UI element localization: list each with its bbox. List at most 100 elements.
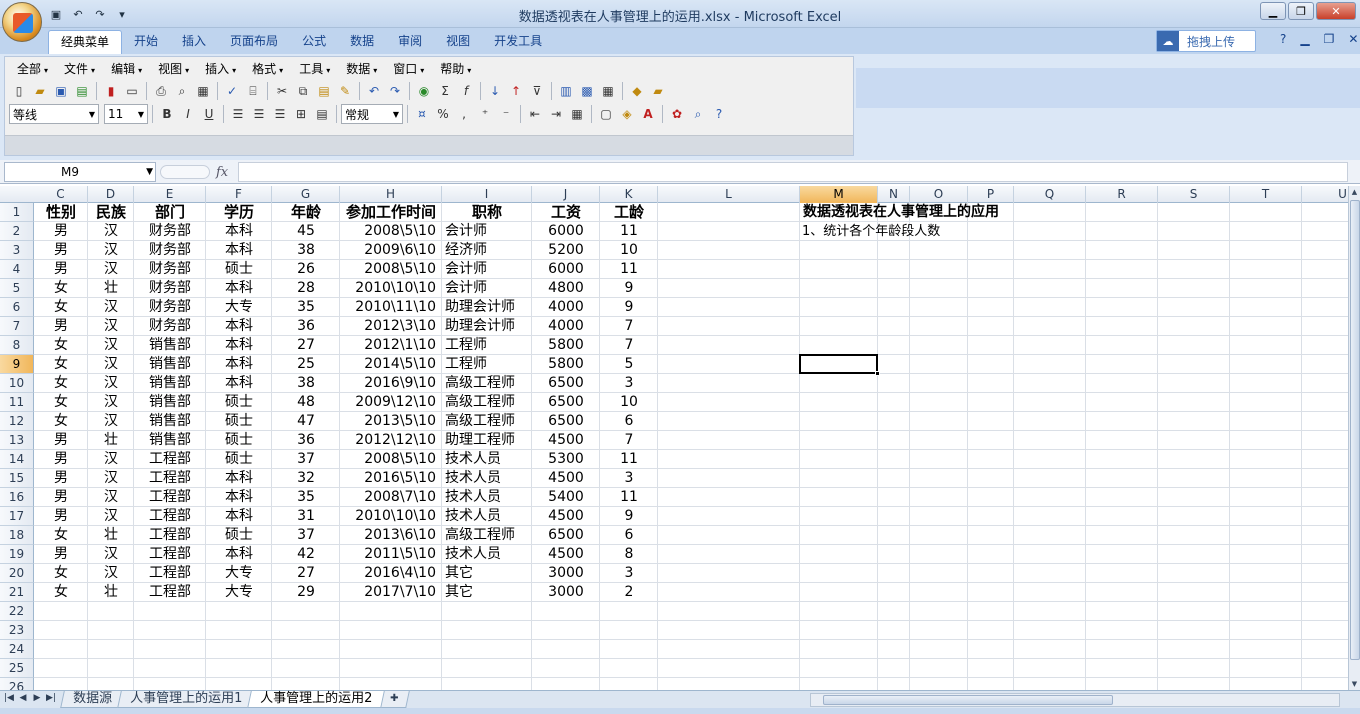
scroll-down-icon[interactable]: ▼ (1349, 678, 1360, 690)
spelling-icon[interactable]: ✓ (222, 81, 242, 101)
table-cell[interactable]: 2011\5\10 (340, 545, 442, 564)
research-icon[interactable]: ⌸ (243, 81, 263, 101)
column-header[interactable]: C (34, 186, 88, 203)
table-cell[interactable]: 汉 (88, 564, 134, 583)
sheet-tab[interactable]: 人事管理上的运用1 (117, 691, 256, 708)
hscroll-thumb[interactable] (823, 695, 1113, 705)
table-cell[interactable]: 工程部 (134, 545, 206, 564)
table-cell[interactable]: 男 (34, 450, 88, 469)
menu-item[interactable]: 编辑 ▾ (103, 59, 150, 79)
column-header[interactable]: J (532, 186, 600, 203)
table-cell[interactable]: 女 (34, 564, 88, 583)
row-header[interactable]: 20 (0, 564, 34, 583)
row-header[interactable]: 13 (0, 431, 34, 450)
table-cell[interactable]: 5800 (532, 355, 600, 374)
menu-item[interactable]: 窗口 ▾ (385, 59, 432, 79)
column-header[interactable]: Q (1014, 186, 1086, 203)
column-header[interactable]: O (910, 186, 968, 203)
table-cell[interactable]: 硕士 (206, 450, 272, 469)
table-cell[interactable]: 工程部 (134, 450, 206, 469)
table-cell[interactable]: 汉 (88, 469, 134, 488)
table-cell[interactable]: 3 (600, 374, 658, 393)
table-cell[interactable]: 37 (272, 526, 340, 545)
menu-item[interactable]: 数据 ▾ (338, 59, 385, 79)
table-cell[interactable]: 2012\12\10 (340, 431, 442, 450)
cell-style-icon[interactable]: ▦ (567, 104, 587, 124)
table-cell[interactable]: 28 (272, 279, 340, 298)
fill-color-icon[interactable]: ◈ (617, 104, 637, 124)
table-cell[interactable]: 27 (272, 564, 340, 583)
row-header[interactable]: 11 (0, 393, 34, 412)
table-cell[interactable]: 36 (272, 431, 340, 450)
page-setup-icon[interactable]: ▦ (193, 81, 213, 101)
row-header[interactable]: 21 (0, 583, 34, 602)
column-header[interactable]: U (1302, 186, 1348, 203)
row-header[interactable]: 10 (0, 374, 34, 393)
table-header-cell[interactable]: 工资 (532, 203, 600, 222)
table-cell[interactable]: 6000 (532, 222, 600, 241)
table-cell[interactable]: 女 (34, 412, 88, 431)
zoom-icon[interactable]: ⌕ (688, 104, 708, 124)
table-cell[interactable]: 汉 (88, 374, 134, 393)
column-header[interactable]: I (442, 186, 532, 203)
ribbon-tab[interactable]: 开始 (122, 30, 170, 54)
row-header[interactable]: 14 (0, 450, 34, 469)
table-cell[interactable]: 10 (600, 393, 658, 412)
table-cell[interactable]: 工程部 (134, 507, 206, 526)
column-header[interactable]: S (1158, 186, 1230, 203)
table-cell[interactable]: 2013\6\10 (340, 526, 442, 545)
table-cell[interactable]: 高级工程师 (442, 526, 532, 545)
table-cell[interactable]: 财务部 (134, 298, 206, 317)
table-cell[interactable]: 本科 (206, 545, 272, 564)
table-cell[interactable]: 6 (600, 526, 658, 545)
table-cell[interactable]: 3000 (532, 583, 600, 602)
table-cell[interactable]: 6500 (532, 526, 600, 545)
row-header[interactable]: 17 (0, 507, 34, 526)
table-cell[interactable]: 技术人员 (442, 545, 532, 564)
table-cell[interactable]: 汉 (88, 317, 134, 336)
bold-button[interactable]: B (157, 104, 177, 124)
table-cell[interactable]: 2010\10\10 (340, 507, 442, 526)
table-cell[interactable]: 汉 (88, 545, 134, 564)
table-cell[interactable]: 汉 (88, 355, 134, 374)
table-cell[interactable]: 4000 (532, 317, 600, 336)
table-cell[interactable]: 11 (600, 488, 658, 507)
ribbon-tab[interactable]: 视图 (434, 30, 482, 54)
table-cell[interactable]: 26 (272, 260, 340, 279)
table-cell[interactable]: 6500 (532, 412, 600, 431)
column-header[interactable]: R (1086, 186, 1158, 203)
table-cell[interactable]: 助理工程师 (442, 431, 532, 450)
table-cell[interactable]: 女 (34, 336, 88, 355)
table-cell[interactable]: 2 (600, 583, 658, 602)
row-header[interactable]: 3 (0, 241, 34, 260)
table-cell[interactable]: 财务部 (134, 317, 206, 336)
table-cell[interactable]: 2012\1\10 (340, 336, 442, 355)
table-cell[interactable]: 5400 (532, 488, 600, 507)
help-icon[interactable]: ? (1280, 32, 1286, 46)
menu-item[interactable]: 格式 ▾ (244, 59, 291, 79)
table-cell[interactable]: 销售部 (134, 412, 206, 431)
table-cell[interactable]: 会计师 (442, 279, 532, 298)
table-cell[interactable]: 本科 (206, 488, 272, 507)
font-name-select[interactable]: 等线 ▼ (9, 104, 99, 124)
prev-sheet-icon[interactable]: ◀ (18, 693, 28, 703)
column-header[interactable]: F (206, 186, 272, 203)
table-cell[interactable]: 本科 (206, 222, 272, 241)
table-cell[interactable]: 工程部 (134, 469, 206, 488)
table-cell[interactable]: 技术人员 (442, 507, 532, 526)
number-format-select[interactable]: 常规 ▼ (341, 104, 403, 124)
table-header-cell[interactable]: 职称 (442, 203, 532, 222)
column-header[interactable]: G (272, 186, 340, 203)
table-cell[interactable]: 2016\9\10 (340, 374, 442, 393)
permission-icon[interactable]: ▭ (122, 81, 142, 101)
borders-icon[interactable]: ▢ (596, 104, 616, 124)
preview-icon[interactable]: ⌕ (172, 81, 192, 101)
next-sheet-icon[interactable]: ▶ (32, 693, 42, 703)
row-header[interactable]: 2 (0, 222, 34, 241)
table-cell[interactable]: 销售部 (134, 355, 206, 374)
autosum-icon[interactable]: Σ (435, 81, 455, 101)
new-icon[interactable]: ▯ (9, 81, 29, 101)
chart-icon[interactable]: ▥ (556, 81, 576, 101)
table-cell[interactable]: 财务部 (134, 260, 206, 279)
table-cell[interactable]: 财务部 (134, 241, 206, 260)
